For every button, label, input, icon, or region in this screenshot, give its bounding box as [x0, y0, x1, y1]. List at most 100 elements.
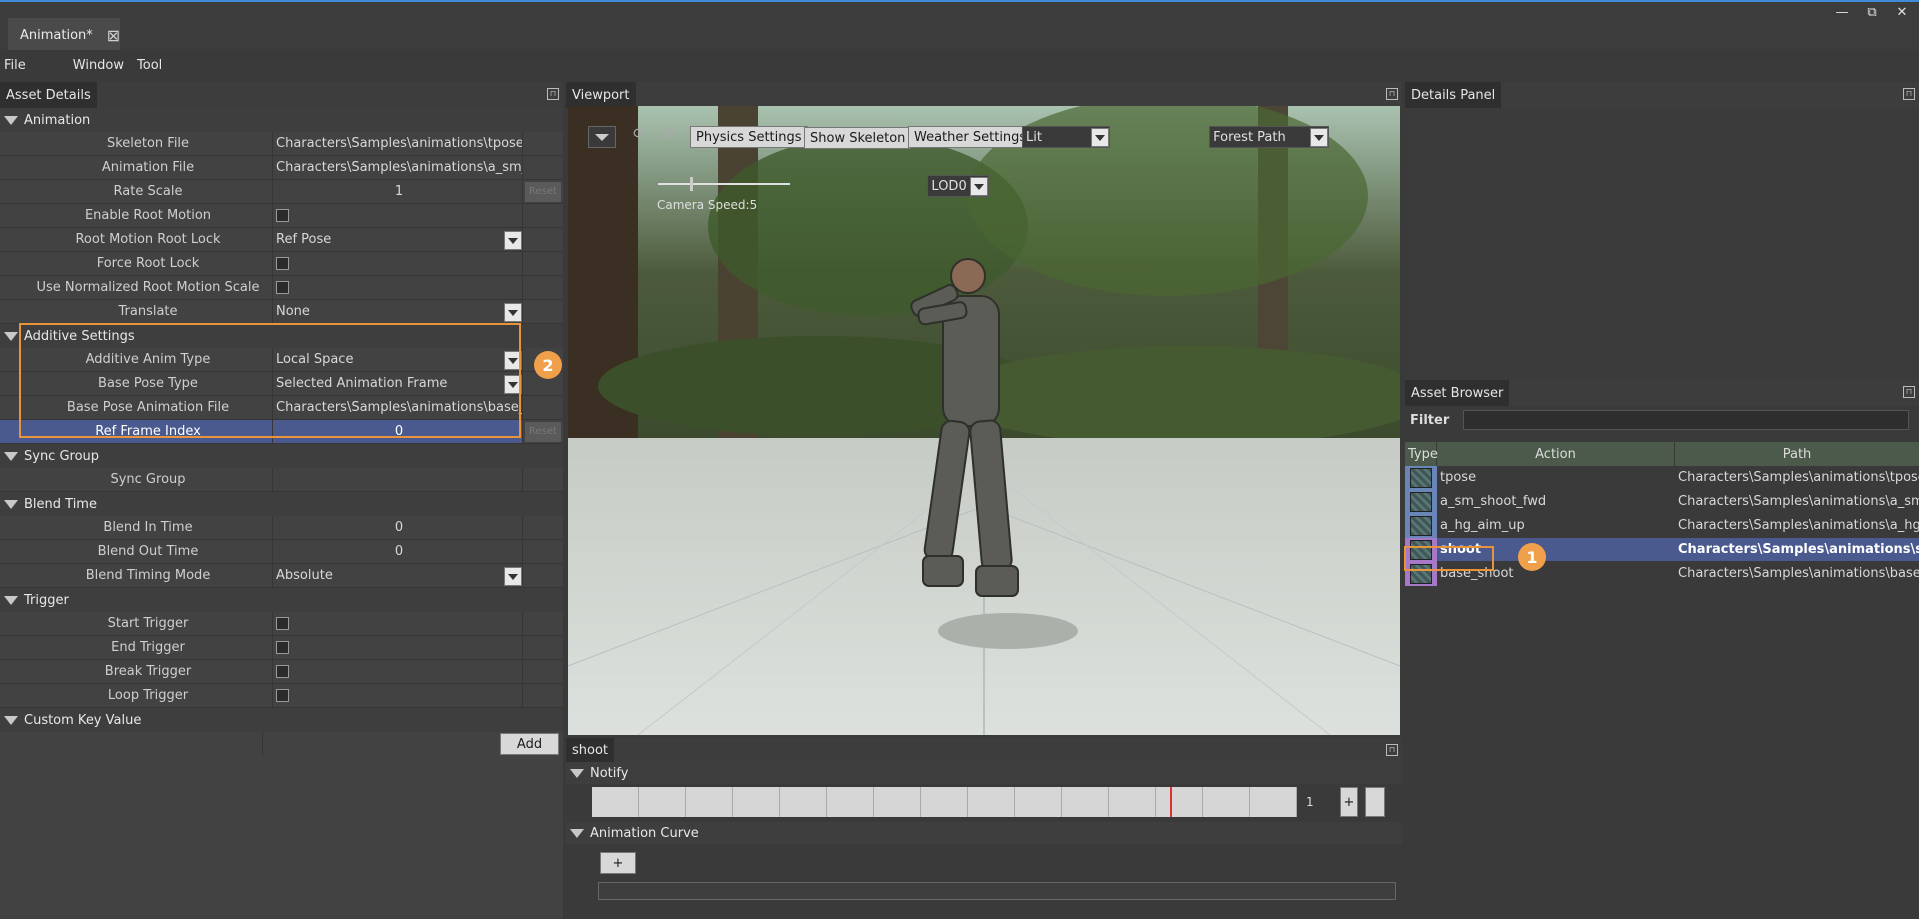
- add-notify-button[interactable]: +: [1340, 787, 1358, 817]
- pin-icon[interactable]: ⊓: [1903, 386, 1915, 398]
- row-force-root-lock: Force Root Lock: [0, 252, 563, 276]
- highlight-shoot-row: [1404, 546, 1494, 571]
- notify-track[interactable]: 1 +: [592, 784, 1402, 820]
- section-blend-time[interactable]: Blend Time: [0, 492, 563, 516]
- collapse-icon[interactable]: [4, 715, 18, 725]
- pin-icon[interactable]: ⊓: [1386, 88, 1398, 100]
- highlight-additive-settings: [19, 323, 521, 438]
- use-normalized-checkbox[interactable]: [276, 281, 289, 294]
- pin-icon[interactable]: ⊓: [1386, 744, 1398, 756]
- close-tab-icon[interactable]: ⊠: [107, 26, 120, 45]
- col-path[interactable]: Path: [1675, 442, 1919, 466]
- restore-icon[interactable]: ⧉: [1857, 4, 1887, 20]
- table-row[interactable]: a_sm_shoot_fwd Characters\Samples\animati…: [1405, 489, 1919, 514]
- menu-window[interactable]: Window: [73, 58, 124, 73]
- rate-scale-field[interactable]: 1: [273, 180, 523, 203]
- add-curve-button[interactable]: +: [600, 852, 636, 874]
- frame-count: 1: [1306, 795, 1314, 809]
- viewport-tab[interactable]: Viewport: [566, 82, 636, 108]
- frame-strip[interactable]: [592, 787, 1297, 817]
- section-notify[interactable]: Notify: [566, 762, 1402, 784]
- dropdown-arrow-icon[interactable]: [504, 567, 522, 586]
- start-trigger-checkbox[interactable]: [276, 617, 289, 630]
- physics-settings-button[interactable]: Physics Settings: [690, 126, 808, 148]
- row-end-trigger: End Trigger: [0, 636, 563, 660]
- collapse-icon[interactable]: [570, 768, 584, 778]
- document-tab-label: Animation*: [20, 27, 93, 43]
- dropdown-arrow-icon[interactable]: [504, 303, 522, 322]
- refresh-icon[interactable]: ⟳: [629, 126, 649, 148]
- slider-handle[interactable]: [690, 177, 693, 191]
- section-animation[interactable]: Animation: [0, 108, 563, 132]
- blend-mode-select[interactable]: Absolute: [273, 564, 523, 587]
- row-skeleton-file: Skeleton File Characters\Samples\animatio…: [0, 132, 563, 156]
- document-tab[interactable]: Animation* ⊠: [8, 18, 120, 52]
- show-skeleton-button[interactable]: Show Skeleton: [804, 127, 912, 149]
- weather-settings-button[interactable]: Weather Settings: [908, 126, 1033, 148]
- asset-browser-tab[interactable]: Asset Browser: [1405, 380, 1510, 406]
- details-panel-tab[interactable]: Details Panel: [1405, 82, 1502, 108]
- pin-icon[interactable]: ⊓: [547, 88, 559, 100]
- playhead[interactable]: [1170, 787, 1172, 817]
- ref-frame-reset-button[interactable]: Reset: [525, 421, 561, 442]
- animation-asset-icon: [1410, 515, 1432, 536]
- section-custom-key-value[interactable]: Custom Key Value: [0, 708, 563, 732]
- collapse-icon[interactable]: [570, 828, 584, 838]
- collapse-icon[interactable]: [4, 595, 18, 605]
- timeline-header: shoot ⊓: [566, 738, 1402, 762]
- minimize-icon[interactable]: —: [1827, 4, 1857, 20]
- timeline-tab[interactable]: shoot: [566, 738, 615, 762]
- row-custom-add: Add: [0, 732, 563, 756]
- camera-speed-slider[interactable]: [658, 177, 790, 191]
- end-trigger-checkbox[interactable]: [276, 641, 289, 654]
- dropdown-arrow-icon[interactable]: [504, 231, 522, 250]
- asset-details-panel: Asset Details ⊓ Animation Skeleton File C…: [0, 82, 563, 919]
- row-rate-scale: Rate Scale 1 Reset: [0, 180, 563, 204]
- sync-group-field[interactable]: [273, 468, 523, 491]
- enable-root-motion-checkbox[interactable]: [276, 209, 289, 222]
- menu-tool[interactable]: Tool: [137, 58, 162, 73]
- force-root-lock-checkbox[interactable]: [276, 257, 289, 270]
- lod-select[interactable]: LOD0: [927, 175, 990, 197]
- details-panel-header: Details Panel ⊓: [1405, 82, 1919, 108]
- lighting-select[interactable]: Lit: [1022, 126, 1110, 148]
- badge-1: 1: [1518, 543, 1546, 571]
- blend-in-field[interactable]: 0: [273, 516, 523, 539]
- col-action[interactable]: Action: [1437, 442, 1675, 466]
- camera-speed-label: Camera Speed:5: [657, 198, 758, 212]
- section-sync-group[interactable]: Sync Group: [0, 444, 563, 468]
- root-motion-root-lock-select[interactable]: Ref Pose: [273, 228, 523, 251]
- dropdown-arrow-icon[interactable]: [970, 177, 989, 196]
- collapse-icon[interactable]: [4, 115, 18, 125]
- dropdown-arrow-icon[interactable]: [1310, 128, 1329, 147]
- track-option-button[interactable]: [1365, 787, 1385, 817]
- break-trigger-checkbox[interactable]: [276, 665, 289, 678]
- table-row[interactable]: tpose Characters\Samples\animations\tpose…: [1405, 465, 1919, 490]
- title-bar: Animation* ⊠ — ⧉ ✕: [0, 0, 1919, 52]
- row-use-normalized: Use Normalized Root Motion Scale: [0, 276, 563, 300]
- blend-out-field[interactable]: 0: [273, 540, 523, 563]
- rate-scale-reset-button[interactable]: Reset: [525, 181, 561, 202]
- animation-file-field[interactable]: Characters\Samples\animations\a_sm_s...: [273, 156, 523, 179]
- translate-select[interactable]: None: [273, 300, 523, 323]
- pin-icon[interactable]: ⊓: [1903, 88, 1915, 100]
- curve-track[interactable]: [598, 882, 1396, 900]
- asset-details-tab[interactable]: Asset Details: [0, 82, 97, 108]
- collapse-icon[interactable]: [4, 499, 18, 509]
- menu-file[interactable]: File: [4, 58, 26, 73]
- collapse-icon[interactable]: [4, 331, 18, 341]
- collapse-icon[interactable]: [4, 451, 18, 461]
- add-button[interactable]: Add: [500, 733, 559, 755]
- section-trigger[interactable]: Trigger: [0, 588, 563, 612]
- section-animation-curve[interactable]: Animation Curve: [566, 822, 1402, 844]
- grid-icon[interactable]: ⊞: [658, 126, 678, 148]
- filter-input[interactable]: [1463, 410, 1910, 430]
- scene-select[interactable]: Forest Path: [1209, 126, 1330, 148]
- close-window-icon[interactable]: ✕: [1887, 4, 1917, 20]
- table-row[interactable]: a_hg_aim_up Characters\Samples\animations…: [1405, 513, 1919, 538]
- dropdown-arrow-icon[interactable]: [1091, 128, 1109, 147]
- skeleton-file-field[interactable]: Characters\Samples\animations\tpose.x...: [273, 132, 523, 155]
- camera-menu-button[interactable]: [588, 126, 616, 148]
- col-type[interactable]: Type: [1405, 442, 1438, 466]
- loop-trigger-checkbox[interactable]: [276, 689, 289, 702]
